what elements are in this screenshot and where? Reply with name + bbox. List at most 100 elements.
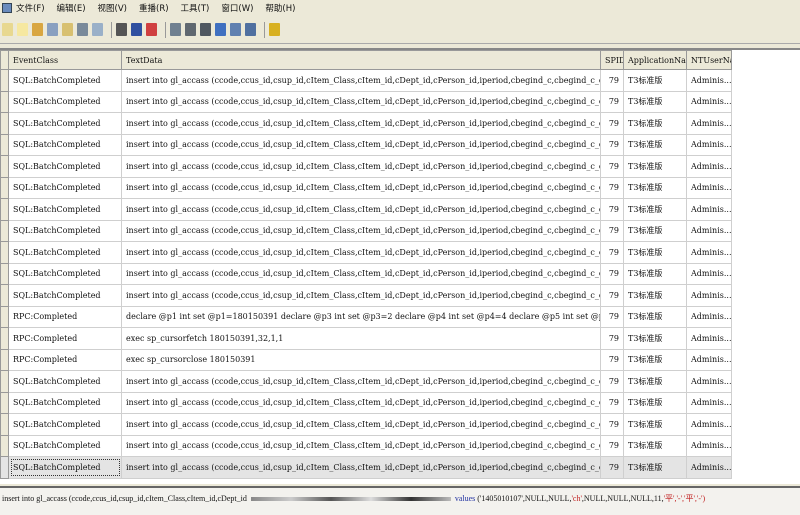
row-header[interactable] [0,241,9,264]
cell-spid: 79 [600,198,624,221]
breakpoint-icon[interactable] [185,23,196,36]
row-header[interactable] [0,176,9,199]
header-row: EventClass TextData SPID ApplicationName… [0,50,732,70]
menu-item-0[interactable]: 文件(F) [16,2,45,14]
row-header[interactable] [0,90,9,113]
cell-spid: 79 [600,155,624,178]
column-header-applicationname[interactable]: ApplicationName [623,50,687,70]
cell-textdata: insert into gl_accass (ccode,ccus_id,csu… [121,198,601,221]
cell-applicationname: T3标准版 [623,69,687,92]
table-row[interactable]: SQL:BatchCompleted insert into gl_accass … [0,434,732,457]
table-row[interactable]: SQL:BatchCompleted insert into gl_accass … [0,391,732,414]
open-icon[interactable] [32,23,43,36]
row-header[interactable] [0,155,9,178]
cell-applicationname: T3标准版 [623,90,687,113]
cell-applicationname: T3标准版 [623,219,687,242]
cell-ntusername: Adminis... [686,413,732,436]
cell-eventclass: SQL:BatchCompleted [8,133,122,156]
table-row[interactable]: RPC:Completed declare @p1 int set @p1=180… [0,305,732,328]
cell-eventclass: SQL:BatchCompleted [8,112,122,135]
row-header[interactable] [0,327,9,350]
cell-spid: 79 [600,112,624,135]
menu-item-5[interactable]: 窗口(W) [221,2,253,14]
run-icon[interactable] [116,23,127,36]
table-row[interactable]: SQL:BatchCompleted insert into gl_accass … [0,90,732,113]
table-row[interactable]: SQL:BatchCompleted insert into gl_accass … [0,284,732,307]
properties-icon[interactable] [47,23,58,36]
table-row[interactable]: SQL:BatchCompleted insert into gl_accass … [0,112,732,135]
cell-eventclass: SQL:BatchCompleted [8,176,122,199]
find-icon[interactable] [77,23,88,36]
table-row[interactable]: SQL:BatchCompleted insert into gl_accass … [0,262,732,285]
column-header-textdata[interactable]: TextData [121,50,601,70]
column-header-ntusername[interactable]: NTUserName [686,50,732,70]
row-header[interactable] [0,391,9,414]
column-header-spid[interactable]: SPID [600,50,624,70]
row-header[interactable] [0,219,9,242]
row-header[interactable] [0,348,9,371]
table-row[interactable]: SQL:BatchCompleted insert into gl_accass … [0,241,732,264]
menu-item-1[interactable]: 编辑(E) [57,2,86,14]
table-row[interactable]: SQL:BatchCompleted insert into gl_accass … [0,456,732,479]
menu-item-4[interactable]: 工具(T) [181,2,210,14]
table-row[interactable]: SQL:BatchCompleted insert into gl_accass … [0,198,732,221]
row-header[interactable] [0,133,9,156]
new-template-icon[interactable] [17,23,28,36]
new-trace-icon[interactable] [2,23,13,36]
stop-icon[interactable] [146,23,157,36]
save-icon[interactable] [62,23,73,36]
row-header[interactable] [0,284,9,307]
cell-applicationname: T3标准版 [623,262,687,285]
cell-textdata: insert into gl_accass (ccode,ccus_id,csu… [121,413,601,436]
table-row[interactable]: SQL:BatchCompleted insert into gl_accass … [0,413,732,436]
row-header[interactable] [0,112,9,135]
row-header[interactable] [0,434,9,457]
cell-textdata: insert into gl_accass (ccode,ccus_id,csu… [121,456,601,479]
cell-spid: 79 [600,327,624,350]
cell-applicationname: T3标准版 [623,155,687,178]
clear-icon[interactable] [92,23,103,36]
cell-applicationname: T3标准版 [623,370,687,393]
table-row[interactable]: SQL:BatchCompleted insert into gl_accass … [0,176,732,199]
cell-textdata: insert into gl_accass (ccode,ccus_id,csu… [121,391,601,414]
cell-textdata: insert into gl_accass (ccode,ccus_id,csu… [121,219,601,242]
textdata-detail-pane[interactable]: insert into gl_accass (ccode,ccus_id,csu… [0,486,800,515]
auto-scroll-icon[interactable] [215,23,226,36]
cell-textdata: exec sp_cursorclose 180150391 [121,348,601,371]
row-header-corner [0,50,9,70]
pause-icon[interactable] [131,23,142,36]
table-row[interactable]: SQL:BatchCompleted insert into gl_accass … [0,219,732,242]
column-header-eventclass[interactable]: EventClass [8,50,122,70]
row-header[interactable] [0,198,9,221]
menu-item-3[interactable]: 重播(R) [139,2,169,14]
chart-icon[interactable] [245,23,256,36]
cell-spid: 79 [600,348,624,371]
row-header[interactable] [0,370,9,393]
cell-textdata: exec sp_cursorfetch 180150391,32,1,1 [121,327,601,350]
cell-textdata: insert into gl_accass (ccode,ccus_id,csu… [121,176,601,199]
cell-spid: 79 [600,305,624,328]
table-row[interactable]: SQL:BatchCompleted insert into gl_accass … [0,69,732,92]
table-row[interactable]: RPC:Completed exec sp_cursorfetch 1801503… [0,327,732,350]
filter-icon[interactable] [230,23,241,36]
row-header[interactable] [0,69,9,92]
table-row[interactable]: SQL:BatchCompleted insert into gl_accass … [0,370,732,393]
table-row[interactable]: SQL:BatchCompleted insert into gl_accass … [0,155,732,178]
menu-item-2[interactable]: 视图(V) [98,2,127,14]
cell-eventclass: SQL:BatchCompleted [8,262,122,285]
table-row[interactable]: RPC:Completed exec sp_cursorclose 1801503… [0,348,732,371]
step-icon[interactable] [170,23,181,36]
cell-textdata: insert into gl_accass (ccode,ccus_id,csu… [121,262,601,285]
table-row[interactable]: SQL:BatchCompleted insert into gl_accass … [0,133,732,156]
cell-ntusername: Adminis... [686,434,732,457]
row-header[interactable] [0,413,9,436]
row-header[interactable] [0,305,9,328]
help-icon[interactable] [269,23,280,36]
cell-eventclass: SQL:BatchCompleted [8,434,122,457]
row-header[interactable] [0,456,9,479]
go-to-cursor-icon[interactable] [200,23,211,36]
trace-grid[interactable]: EventClass TextData SPID ApplicationName… [0,48,800,484]
cell-applicationname: T3标准版 [623,391,687,414]
row-header[interactable] [0,262,9,285]
menu-item-6[interactable]: 帮助(H) [265,2,295,14]
